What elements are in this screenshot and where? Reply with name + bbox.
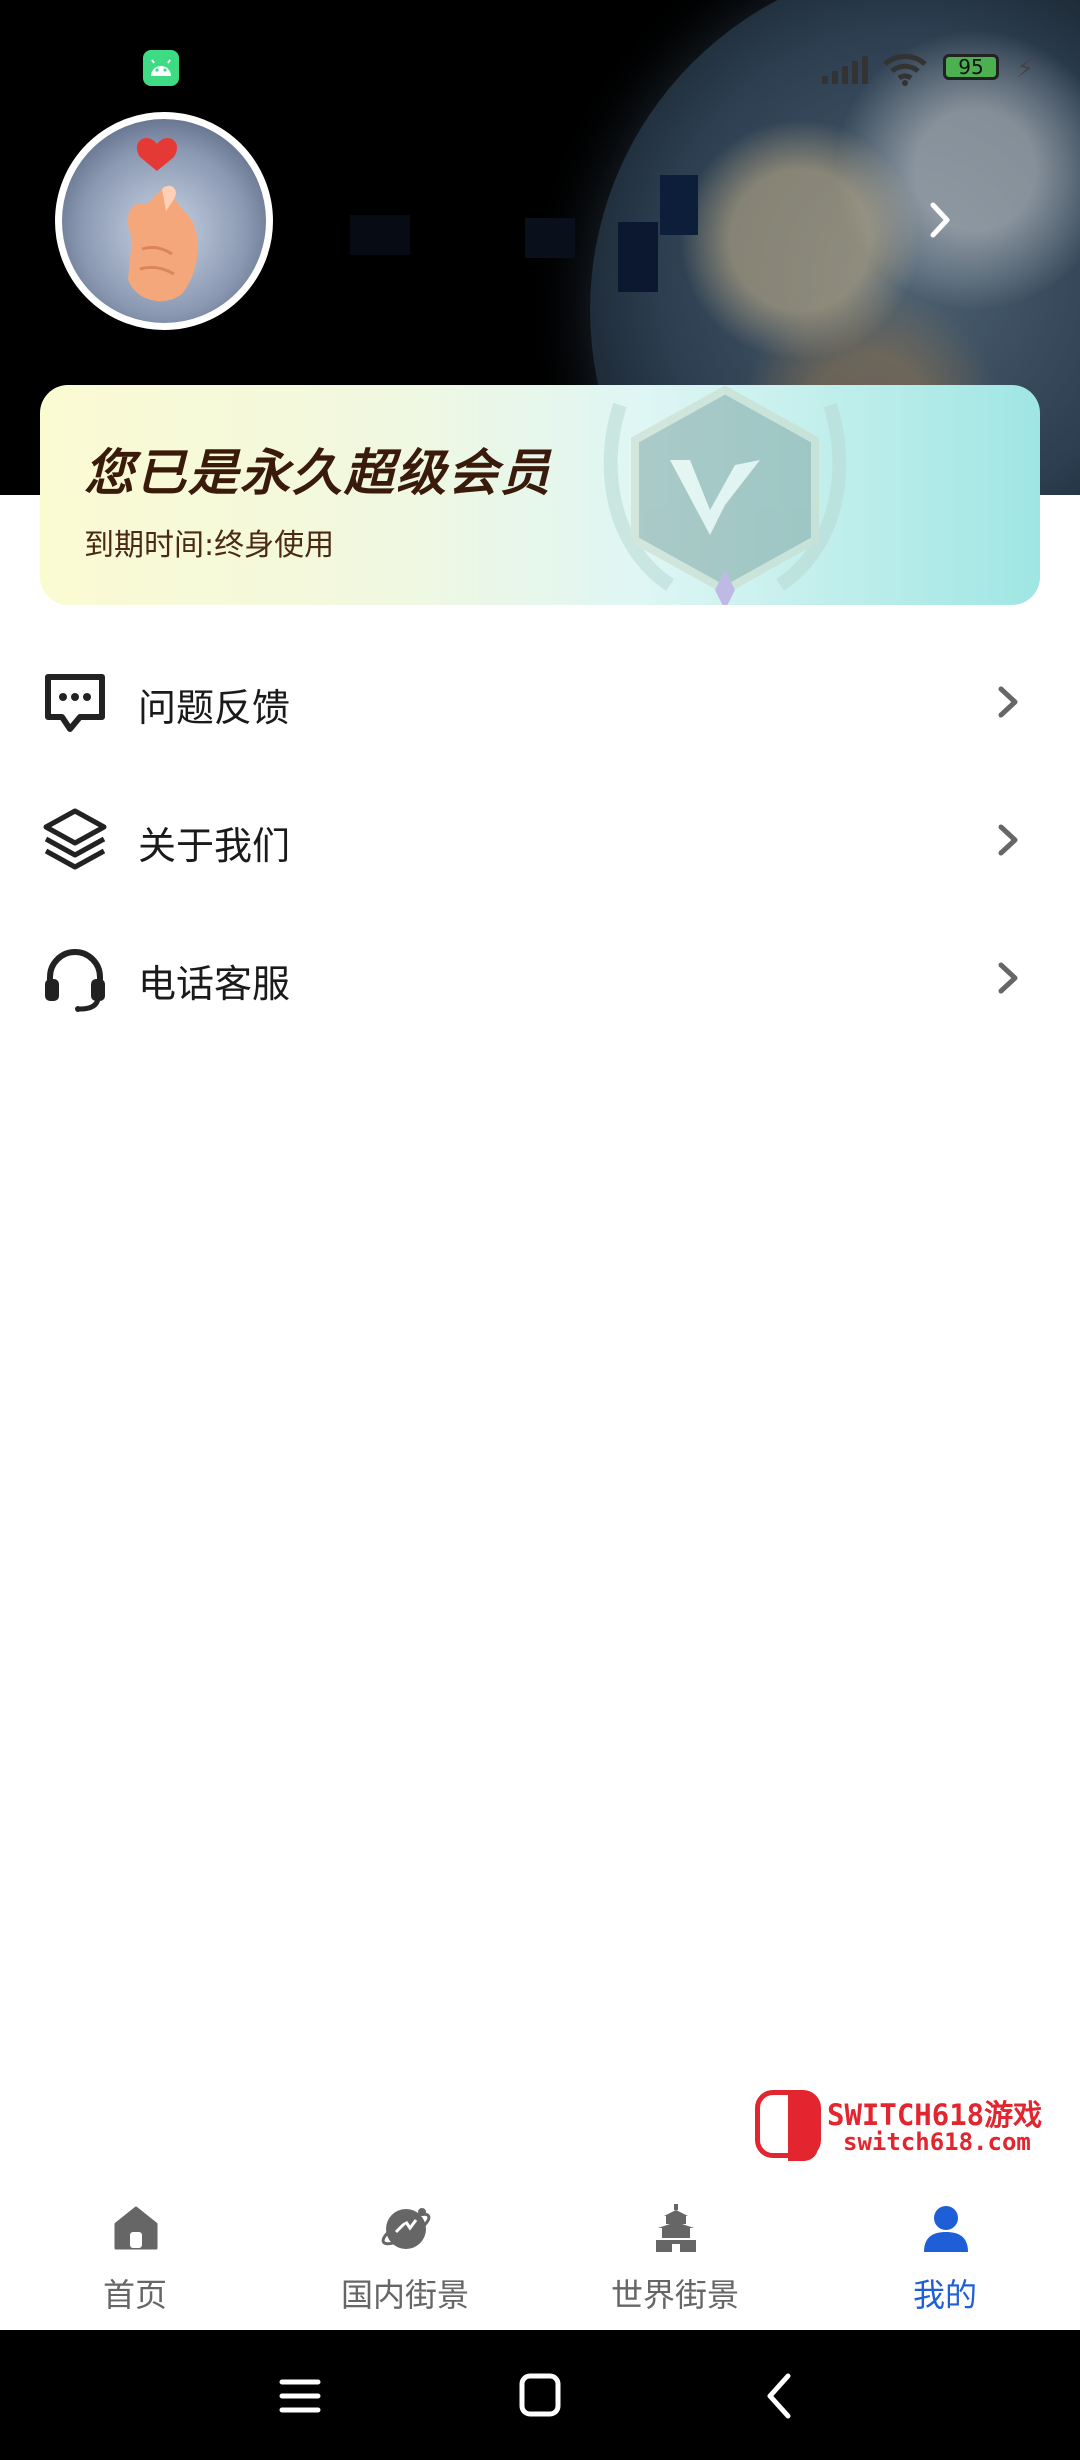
menu-item-label: 关于我们 — [138, 824, 291, 868]
planet-icon — [381, 2208, 431, 2249]
menu-item-phone-support[interactable]: 电话客服 — [0, 909, 1080, 1047]
tab-world-streetview[interactable]: 世界街景 — [540, 2180, 810, 2330]
pixel-block — [618, 222, 658, 292]
pixel-block — [350, 215, 410, 255]
menu-item-label: 电话客服 — [138, 962, 291, 1006]
menu-icon[interactable] — [270, 2368, 330, 2424]
system-navigation-bar — [0, 2330, 1080, 2460]
chevron-right-icon — [998, 824, 1018, 856]
tab-label: 我的 — [912, 2276, 977, 2314]
status-bar: 95 ⚡ — [0, 0, 1080, 120]
home-square-icon[interactable] — [510, 2368, 570, 2424]
tab-domestic-streetview[interactable]: 国内街景 — [270, 2180, 540, 2330]
avatar[interactable] — [55, 112, 273, 330]
tab-home[interactable]: 首页 — [0, 2180, 270, 2330]
wifi-icon — [883, 53, 927, 86]
tab-label: 世界街景 — [610, 2276, 739, 2314]
android-notification-icon — [143, 50, 179, 86]
chat-dots-icon — [45, 674, 105, 732]
chevron-right-icon — [998, 962, 1018, 994]
vip-title: 您已是永久超级会员 — [84, 443, 552, 502]
home-icon — [114, 2206, 158, 2250]
watermark-url: switch618.com — [843, 2128, 1031, 2156]
menu-item-feedback[interactable]: 问题反馈 — [0, 633, 1080, 771]
finger-heart-avatar — [127, 138, 198, 302]
pixel-block — [525, 218, 575, 258]
battery-icon: 95 — [943, 54, 999, 80]
tab-label: 国内街景 — [340, 2276, 469, 2314]
temple-icon — [656, 2204, 696, 2252]
watermark: SWITCH618游戏 switch618.com — [755, 2090, 1065, 2161]
vip-expiry-text: 到期时间:终身使用 — [84, 528, 335, 563]
headset-icon — [45, 949, 105, 1012]
signal-icon — [822, 56, 868, 84]
vip-emblem-icon — [603, 385, 847, 605]
menu-item-about-us[interactable]: 关于我们 — [0, 771, 1080, 909]
switch-logo-icon — [755, 2090, 821, 2161]
chevron-right-icon[interactable] — [925, 195, 955, 245]
tab-mine[interactable]: 我的 — [810, 2180, 1080, 2330]
pixel-block — [660, 175, 698, 235]
chevron-right-icon — [998, 686, 1018, 718]
vip-membership-card[interactable]: 您已是永久超级会员 到期时间:终身使用 — [40, 385, 1040, 605]
user-icon — [924, 2206, 968, 2252]
charging-icon: ⚡ — [1016, 54, 1035, 84]
back-icon[interactable] — [750, 2368, 810, 2424]
bottom-tab-bar: 首页 国内街景 世界街景 我的 — [0, 2180, 1080, 2330]
layers-icon — [43, 808, 107, 870]
tab-label: 首页 — [102, 2276, 167, 2314]
menu-item-label: 问题反馈 — [138, 686, 291, 730]
